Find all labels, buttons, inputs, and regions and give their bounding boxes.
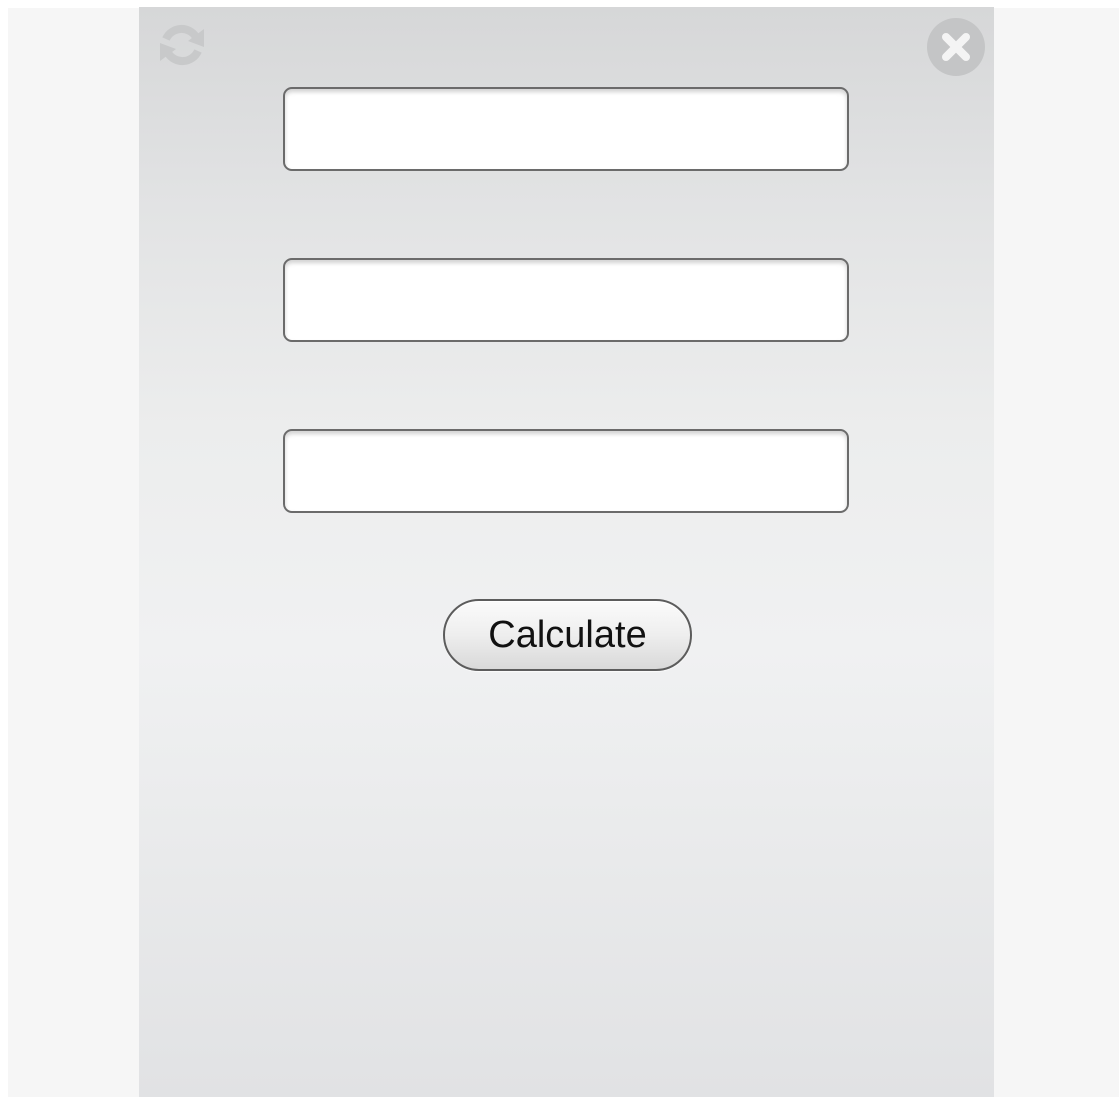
close-icon[interactable] (926, 17, 986, 77)
calculate-button[interactable]: Calculate (443, 599, 692, 671)
input-field-1[interactable] (283, 87, 849, 171)
input-field-3[interactable] (283, 429, 849, 513)
input-field-2[interactable] (283, 258, 849, 342)
refresh-icon[interactable] (152, 15, 212, 75)
